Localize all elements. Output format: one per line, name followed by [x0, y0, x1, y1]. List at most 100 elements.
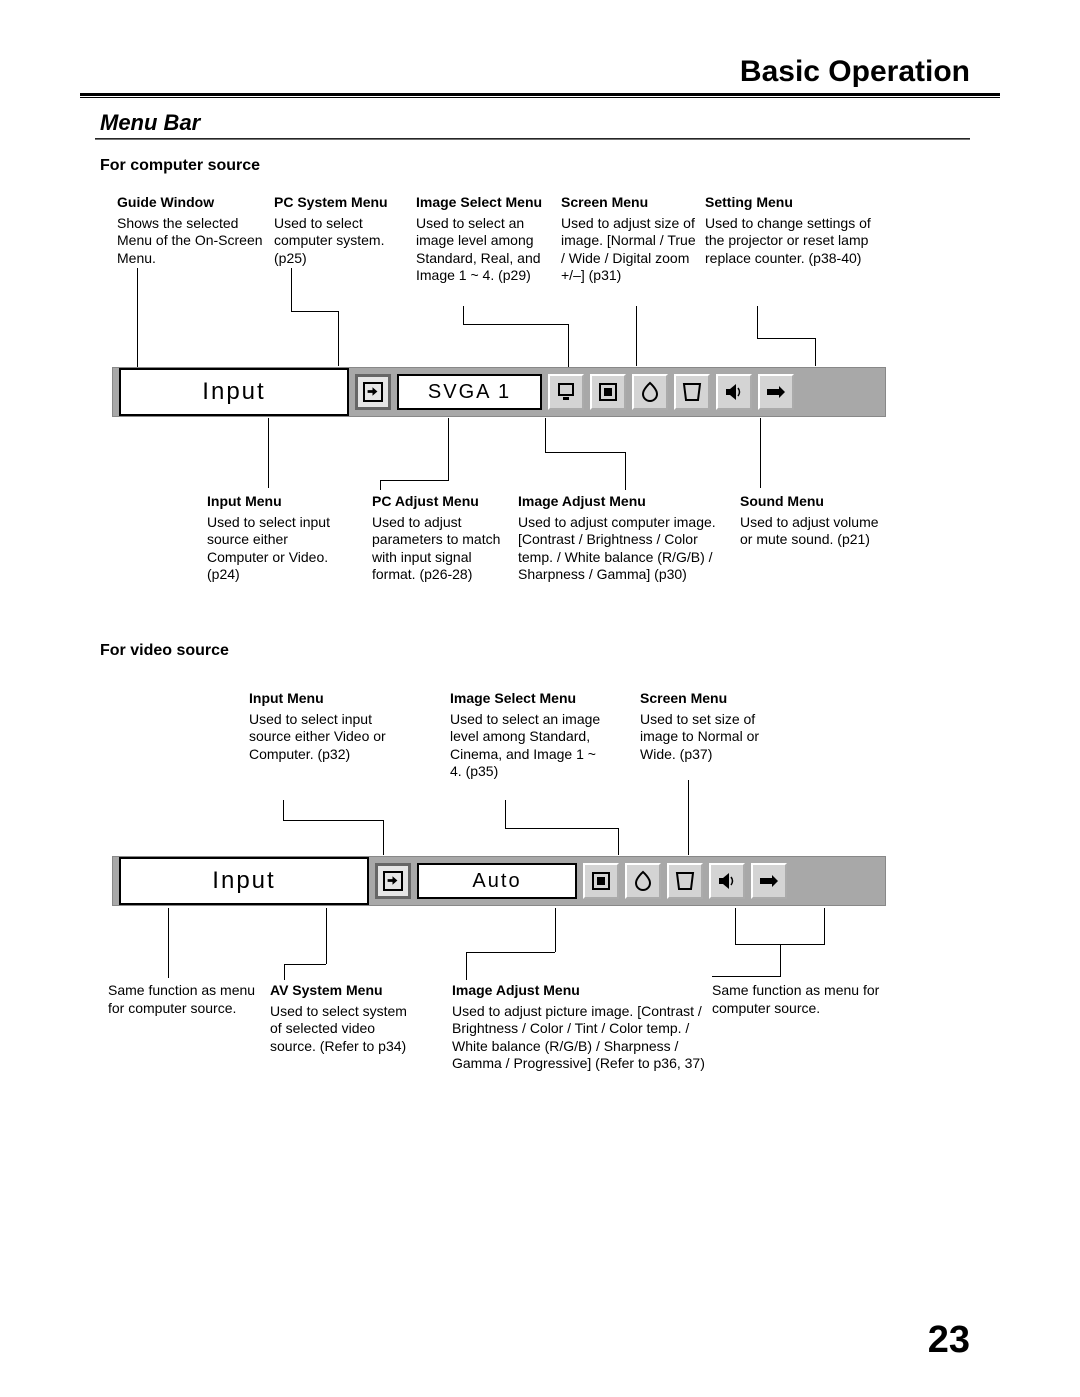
screen-menu-icon[interactable] [674, 374, 710, 410]
callout-body: Used to select input source either Compu… [207, 514, 352, 584]
callout-setting-menu: Setting Menu Used to change settings of … [705, 194, 890, 267]
callout-title: Image Select Menu [416, 194, 566, 212]
image-select-icon[interactable] [583, 863, 619, 899]
leader [168, 908, 169, 978]
callout-body: Same function as menu for computer sourc… [712, 982, 882, 1017]
callout-title: Sound Menu [740, 493, 885, 511]
image-adjust-icon[interactable] [632, 374, 668, 410]
callout-image-adjust: Image Adjust Menu Used to adjust compute… [518, 493, 733, 584]
guide-window-box[interactable]: Input [119, 857, 369, 905]
callout-pc-system: PC System Menu Used to select computer s… [274, 194, 414, 267]
leader [338, 311, 339, 366]
callout-v-screen: Screen Menu Used to set size of image to… [640, 690, 780, 763]
video-menubar: Input Auto [112, 856, 886, 906]
leader [268, 418, 269, 488]
leader [505, 800, 506, 828]
leader [545, 418, 546, 452]
leader [815, 338, 816, 366]
callout-input-menu: Input Menu Used to select input source e… [207, 493, 352, 584]
page-number: 23 [928, 1319, 970, 1362]
input-menu-icon[interactable] [355, 374, 391, 410]
leader [712, 976, 781, 977]
leader [291, 268, 292, 311]
leader [283, 800, 284, 820]
callout-title: Guide Window [117, 194, 267, 212]
callout-title: Image Adjust Menu [452, 982, 707, 1000]
callout-body: Used to adjust parameters to match with … [372, 514, 507, 584]
callout-body: Used to adjust size of image. [Normal / … [561, 215, 701, 285]
callout-v-input: Input Menu Used to select input source e… [249, 690, 389, 763]
leader [636, 306, 637, 366]
callout-v-same1: Same function as menu for computer sourc… [108, 982, 258, 1017]
pc-system-box[interactable]: SVGA 1 [397, 374, 542, 410]
video-heading: For video source [100, 642, 229, 660]
callout-title: Screen Menu [561, 194, 701, 212]
callout-title: PC System Menu [274, 194, 414, 212]
leader [326, 908, 327, 964]
callout-title: Image Select Menu [450, 690, 610, 708]
leader [463, 324, 569, 325]
leader [760, 418, 761, 488]
screen-menu-icon[interactable] [667, 863, 703, 899]
leader [283, 820, 383, 821]
leader [505, 828, 618, 829]
leader [380, 480, 449, 481]
computer-heading: For computer source [100, 157, 260, 175]
leader [466, 952, 467, 980]
leader [463, 306, 464, 324]
callout-body: Used to select an image level among Stan… [416, 215, 566, 285]
section-underline [95, 138, 970, 140]
callout-guide-window: Guide Window Shows the selected Menu of … [117, 194, 267, 267]
leader [780, 944, 781, 976]
leader [625, 452, 626, 490]
leader [757, 338, 815, 339]
header-rule [80, 93, 1000, 98]
input-menu-icon[interactable] [375, 863, 411, 899]
image-select-icon[interactable] [590, 374, 626, 410]
callout-body: Used to set size of image to Normal or W… [640, 711, 780, 764]
callout-body: Used to adjust picture image. [Contrast … [452, 1003, 707, 1073]
leader [618, 828, 619, 855]
setting-menu-icon[interactable] [751, 863, 787, 899]
leader [757, 306, 758, 338]
leader [284, 964, 285, 980]
callout-sound-menu: Sound Menu Used to adjust volume or mute… [740, 493, 885, 549]
callout-title: AV System Menu [270, 982, 420, 1000]
leader [448, 418, 449, 480]
callout-body: Shows the selected Menu of the On-Screen… [117, 215, 267, 268]
sound-menu-icon[interactable] [709, 863, 745, 899]
callout-body: Used to adjust computer image. [Contrast… [518, 514, 733, 584]
callout-body: Used to select system of selected video … [270, 1003, 420, 1056]
callout-v-imgsel: Image Select Menu Used to select an imag… [450, 690, 610, 781]
callout-body: Used to select input source either Video… [249, 711, 389, 764]
leader [824, 908, 825, 944]
callout-body: Used to adjust volume or mute sound. (p2… [740, 514, 885, 549]
callout-body: Same function as menu for computer sourc… [108, 982, 258, 1017]
leader [555, 908, 556, 952]
callout-v-imgadj: Image Adjust Menu Used to adjust picture… [452, 982, 707, 1073]
callout-body: Used to change settings of the projector… [705, 215, 890, 268]
leader [383, 820, 384, 855]
callout-title: Input Menu [249, 690, 389, 708]
pc-adjust-icon[interactable] [548, 374, 584, 410]
sound-menu-icon[interactable] [716, 374, 752, 410]
callout-image-select: Image Select Menu Used to select an imag… [416, 194, 566, 285]
callout-title: Image Adjust Menu [518, 493, 733, 511]
av-system-box[interactable]: Auto [417, 863, 577, 899]
callout-body: Used to select an image level among Stan… [450, 711, 610, 781]
callout-title: Input Menu [207, 493, 352, 511]
callout-title: Screen Menu [640, 690, 780, 708]
leader [466, 952, 555, 953]
computer-menubar: Input SVGA 1 [112, 367, 886, 417]
leader [568, 324, 569, 367]
section-title: Menu Bar [100, 110, 200, 136]
callout-body: Used to select computer system. (p25) [274, 215, 414, 268]
leader [735, 908, 736, 944]
callout-av-system: AV System Menu Used to select system of … [270, 982, 420, 1055]
guide-window-box[interactable]: Input [119, 368, 349, 416]
setting-menu-icon[interactable] [758, 374, 794, 410]
leader [688, 780, 689, 855]
callout-v-same2: Same function as menu for computer sourc… [712, 982, 882, 1017]
leader [137, 268, 138, 368]
image-adjust-icon[interactable] [625, 863, 661, 899]
